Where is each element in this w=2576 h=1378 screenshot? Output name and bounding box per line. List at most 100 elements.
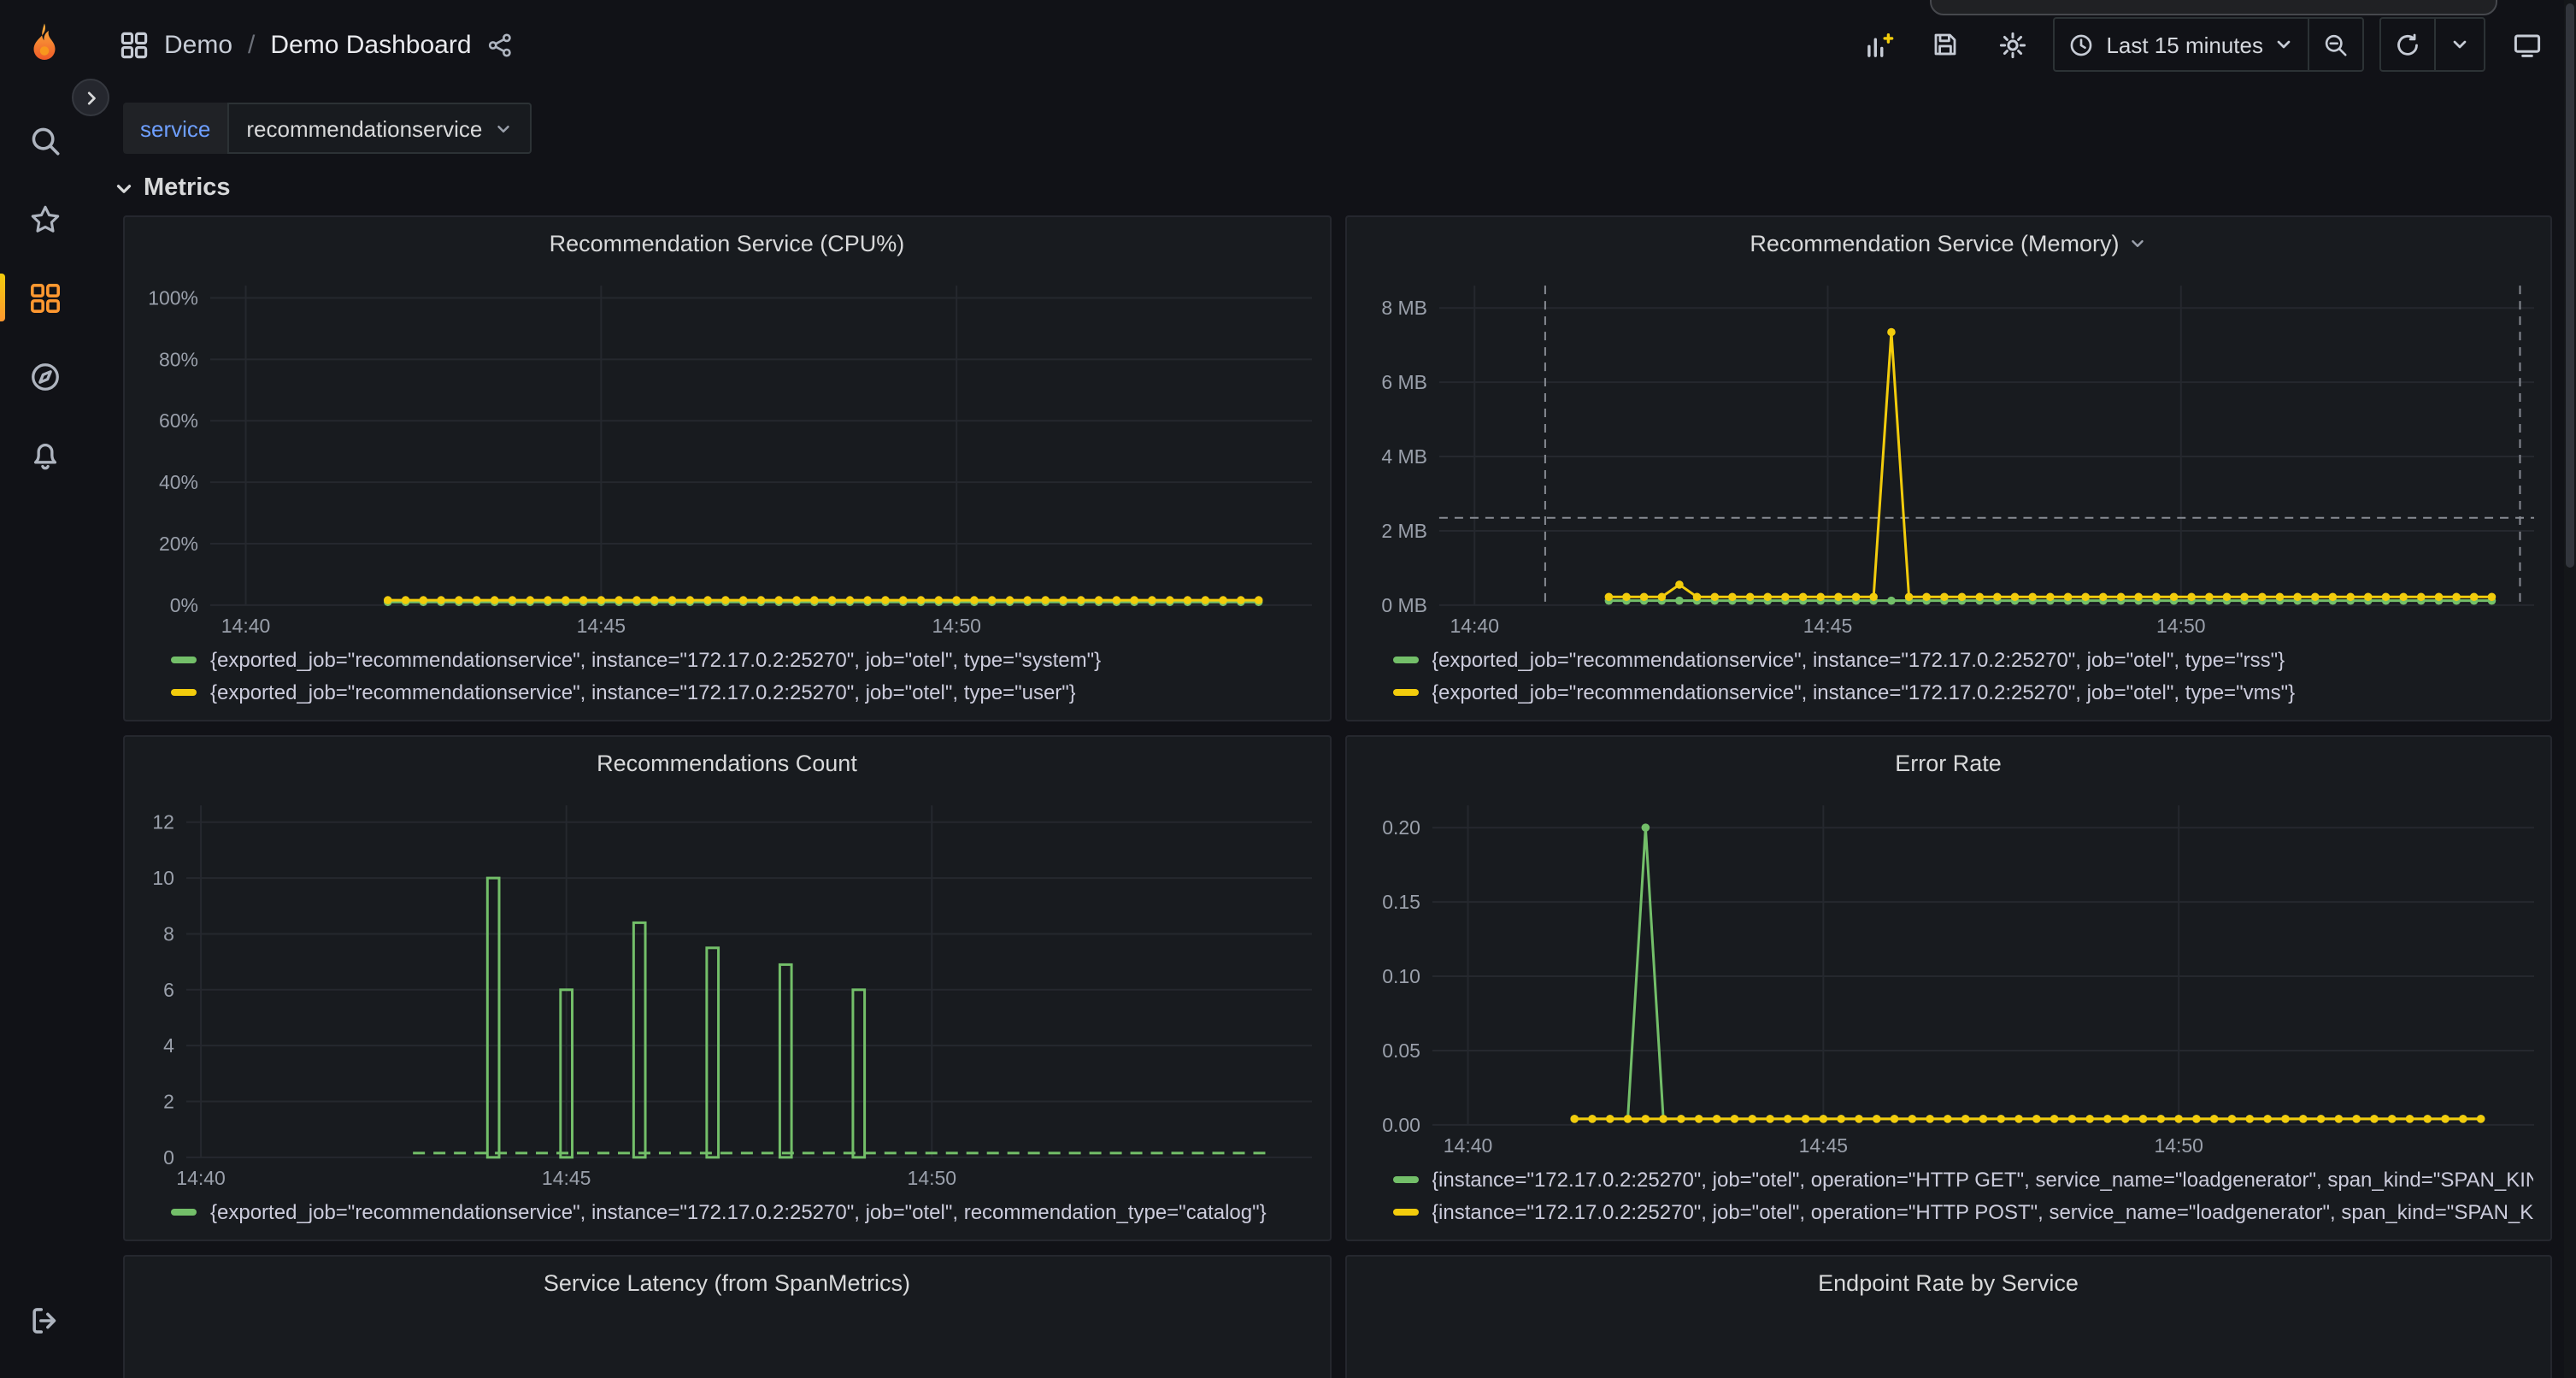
variable-service: service recommendationservice: [123, 103, 532, 154]
svg-text:0.05: 0.05: [1381, 1039, 1420, 1062]
monitor-icon: [2512, 30, 2541, 59]
time-range-picker[interactable]: Last 15 minutes: [2055, 19, 2308, 70]
legend-item[interactable]: {exported_job="recommendationservice", i…: [171, 643, 1312, 675]
svg-text:14:40: 14:40: [1443, 1134, 1491, 1157]
svg-text:14:45: 14:45: [1803, 615, 1851, 637]
refresh-icon: [2395, 32, 2420, 57]
panel-recommendations-count: Recommendations Count 02468101214:4014:4…: [123, 735, 1331, 1241]
search-icon: [28, 124, 61, 156]
panel-header[interactable]: Endpoint Rate by Service: [1346, 1257, 2550, 1308]
variables-row: service recommendationservice: [89, 89, 2576, 168]
legend: {exported_job="recommendationservice", i…: [1346, 643, 2550, 720]
sidebar-item-explore[interactable]: [0, 339, 89, 414]
add-panel-button[interactable]: [1853, 19, 1904, 70]
kiosk-mode-button[interactable]: [2501, 19, 2552, 70]
svg-text:0.15: 0.15: [1381, 891, 1420, 913]
grafana-app: Demo / Demo Dashboard: [0, 0, 2576, 1378]
panel-header[interactable]: Recommendations Count: [125, 737, 1329, 788]
legend-item[interactable]: {instance="172.17.0.2:25270", job="otel"…: [1392, 1163, 2533, 1195]
series-color-swatch: [1392, 1208, 1418, 1215]
sidebar-item-starred[interactable]: [0, 181, 89, 256]
legend-item[interactable]: {exported_job="recommendationservice", i…: [171, 1195, 1312, 1228]
sidebar-item-dashboards[interactable]: [0, 260, 89, 335]
panel-header[interactable]: Error Rate: [1346, 737, 2550, 788]
grafana-logo[interactable]: [14, 14, 75, 75]
svg-text:14:40: 14:40: [176, 1167, 225, 1189]
series-label: {exported_job="recommendationservice", i…: [210, 1199, 1267, 1223]
share-icon[interactable]: [487, 32, 513, 57]
chevron-down-icon: [2450, 34, 2470, 55]
svg-text:14:50: 14:50: [2153, 1134, 2202, 1157]
legend-item[interactable]: {instance="172.17.0.2:25270", job="otel"…: [1392, 1195, 2533, 1228]
variable-value-dropdown[interactable]: recommendationservice: [227, 103, 532, 154]
legend-item[interactable]: {exported_job="recommendationservice", i…: [171, 675, 1312, 708]
svg-text:20%: 20%: [159, 533, 198, 555]
error-rate-chart[interactable]: 0.000.050.100.150.2014:4014:4514:50: [1346, 788, 2550, 1163]
dashboards-grid-icon: [28, 281, 61, 314]
refresh-interval-dropdown[interactable]: [2436, 19, 2484, 70]
series-label: {instance="172.17.0.2:25270", job="otel"…: [1432, 1167, 2533, 1191]
compass-icon: [28, 360, 61, 392]
sign-in-icon: [28, 1304, 61, 1336]
panel-title: Recommendation Service (CPU%): [550, 230, 905, 256]
breadcrumb-app[interactable]: Demo: [164, 30, 232, 59]
page-scrollbar[interactable]: [2564, 0, 2576, 1378]
series-color-swatch: [171, 688, 197, 695]
legend-item[interactable]: {exported_job="recommendationservice", i…: [1392, 643, 2533, 675]
sidebar-item-alerting[interactable]: [0, 417, 89, 492]
panel-title: Endpoint Rate by Service: [1818, 1269, 2079, 1295]
star-icon: [28, 203, 61, 235]
memory-chart[interactable]: 0 MB2 MB4 MB6 MB8 MB14:4014:4514:50: [1346, 268, 2550, 643]
svg-text:14:50: 14:50: [932, 615, 980, 637]
breadcrumb-separator: /: [248, 30, 255, 59]
svg-text:2: 2: [163, 1091, 174, 1113]
legend-item[interactable]: {exported_job="recommendationservice", i…: [1392, 675, 2533, 708]
zoom-out-icon: [2323, 32, 2349, 57]
variable-value-text: recommendationservice: [246, 115, 482, 141]
apps-grid-icon[interactable]: [120, 30, 149, 59]
breadcrumb: Demo / Demo Dashboard: [120, 30, 513, 59]
panel-header[interactable]: Service Latency (from SpanMetrics): [125, 1257, 1329, 1308]
sidebar-item-search[interactable]: [0, 103, 89, 178]
sidebar-item-sign-in[interactable]: [0, 1282, 89, 1357]
scrollbar-thumb[interactable]: [2566, 3, 2574, 568]
breadcrumb-dashboard-title[interactable]: Demo Dashboard: [270, 30, 471, 59]
zoom-out-time-button[interactable]: [2309, 19, 2362, 70]
clock-icon: [2068, 32, 2094, 57]
dashboard-grid: Recommendation Service (CPU%) 0%20%40%60…: [89, 215, 2576, 1378]
panel-memory: Recommendation Service (Memory) 0 MB2 MB…: [1344, 215, 2552, 721]
chevron-down-icon: [2128, 233, 2147, 252]
legend: {exported_job="recommendationservice", i…: [125, 643, 1329, 720]
svg-text:14:45: 14:45: [577, 615, 626, 637]
panel-title: Recommendations Count: [597, 750, 857, 775]
chevron-down-icon: [113, 177, 135, 199]
panel-menu-caret[interactable]: [2128, 233, 2147, 252]
panel-service-latency: Service Latency (from SpanMetrics): [123, 1255, 1331, 1378]
gear-icon: [1997, 30, 2026, 59]
save-dashboard-button[interactable]: [1920, 19, 1971, 70]
dashboard-settings-button[interactable]: [1986, 19, 2038, 70]
recommendations-count-chart[interactable]: 02468101214:4014:4514:50: [125, 788, 1329, 1195]
row-title: Metrics: [144, 174, 231, 202]
panel-header[interactable]: Recommendation Service (Memory): [1346, 217, 2550, 268]
panel-title: Service Latency (from SpanMetrics): [544, 1269, 910, 1295]
time-controls-group: Last 15 minutes: [2053, 17, 2364, 72]
panel-header[interactable]: Recommendation Service (CPU%): [125, 217, 1329, 268]
sidebar-expand-button[interactable]: [72, 79, 109, 116]
svg-text:6: 6: [163, 979, 174, 1001]
svg-text:14:45: 14:45: [1798, 1134, 1847, 1157]
refresh-dashboard-button[interactable]: [2381, 19, 2434, 70]
chevron-right-icon: [81, 88, 100, 107]
svg-text:0.20: 0.20: [1381, 816, 1420, 839]
cpu-chart[interactable]: 0%20%40%60%80%100%14:4014:4514:50: [125, 268, 1329, 643]
bell-icon: [28, 439, 61, 471]
main-content: Demo / Demo Dashboard: [89, 0, 2576, 1378]
svg-text:100%: 100%: [148, 287, 198, 309]
panel-endpoint-rate: Endpoint Rate by Service: [1344, 1255, 2552, 1378]
svg-text:0: 0: [163, 1146, 174, 1169]
svg-text:0.00: 0.00: [1381, 1114, 1420, 1136]
series-label: {exported_job="recommendationservice", i…: [210, 680, 1076, 704]
svg-text:8: 8: [163, 922, 174, 945]
svg-text:8 MB: 8 MB: [1380, 297, 1426, 319]
row-metrics-toggle[interactable]: Metrics: [89, 168, 2576, 215]
